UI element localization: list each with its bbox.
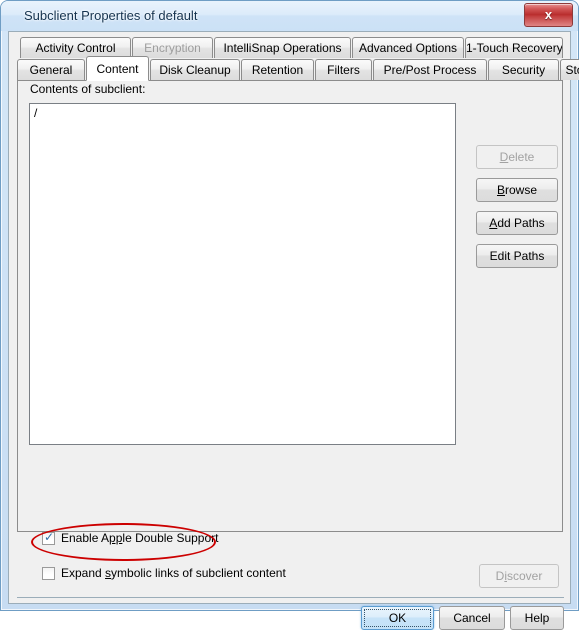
edit-paths-button[interactable]: Edit Paths: [476, 244, 558, 268]
ok-button-label: OK: [388, 611, 407, 625]
subclient-content-listbox[interactable]: /: [29, 103, 456, 445]
delete-button-label: elete: [508, 150, 535, 164]
tab-retention[interactable]: Retention: [241, 59, 314, 80]
close-button[interactable]: x: [524, 3, 573, 27]
help-button[interactable]: Help: [510, 606, 564, 630]
close-icon: x: [544, 7, 553, 22]
cancel-button[interactable]: Cancel: [439, 606, 505, 630]
tab-disk-cleanup[interactable]: Disk Cleanup: [150, 59, 240, 80]
window-title: Subclient Properties of default: [24, 8, 198, 23]
tab-encryption: Encryption: [132, 37, 213, 58]
dialog-window: Subclient Properties of default x Activi…: [0, 0, 579, 630]
enable-apple-double-support-label: Enable Apple Double Support: [61, 531, 219, 545]
tab-1-touch-recovery[interactable]: 1-Touch Recovery: [465, 37, 563, 58]
discover-button: Discover: [479, 564, 559, 588]
tab-filters[interactable]: Filters: [315, 59, 372, 80]
tab-storage-device[interactable]: Storage Device: [560, 59, 579, 80]
tab-content[interactable]: Content: [86, 56, 149, 81]
delete-button: Delete: [476, 145, 558, 169]
enable-apple-double-support-checkbox[interactable]: ✓: [42, 530, 55, 545]
tab-activity-control[interactable]: Activity Control: [20, 37, 131, 58]
discover-button-label: scover: [507, 569, 543, 583]
browse-button[interactable]: Browse: [476, 178, 558, 202]
tab-general[interactable]: General: [17, 59, 85, 80]
title-bar[interactable]: Subclient Properties of default x: [1, 1, 578, 31]
tab-row-bottom: General Content Disk Cleanup Retention F…: [17, 56, 579, 81]
tab-advanced-options[interactable]: Advanced Options: [352, 37, 464, 58]
ok-button[interactable]: OK: [361, 606, 434, 630]
footer-separator: [17, 597, 564, 598]
tab-intellisnap-operations[interactable]: IntelliSnap Operations: [214, 37, 351, 58]
contents-of-subclient-label: Contents of subclient:: [30, 82, 146, 96]
expand-symbolic-links-checkbox[interactable]: [42, 567, 55, 580]
dialog-client-area: Activity Control Encryption IntelliSnap …: [8, 31, 579, 630]
add-paths-button-label: dd Paths: [497, 216, 545, 230]
browse-button-label: rowse: [505, 183, 538, 197]
list-item[interactable]: /: [30, 104, 455, 120]
add-paths-button[interactable]: Add Paths: [476, 211, 558, 235]
tab-security[interactable]: Security: [488, 59, 559, 80]
expand-symbolic-links-label: Expand symbolic links of subclient conte…: [61, 566, 286, 580]
tab-pre-post-process[interactable]: Pre/Post Process: [373, 59, 487, 80]
checkmark-icon: ✓: [44, 530, 55, 544]
